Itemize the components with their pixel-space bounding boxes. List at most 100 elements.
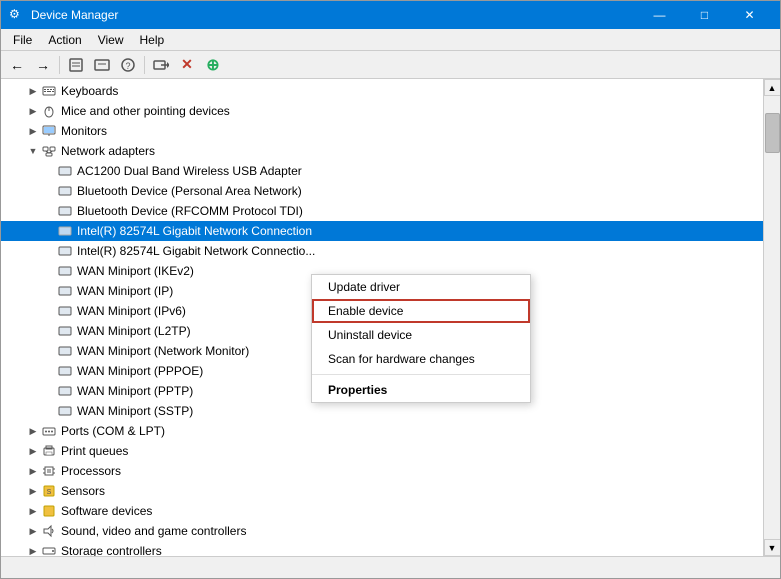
tree-software-devices[interactable]: ▶ Software devices [1,501,763,521]
device-manager-window: ⚙ Device Manager — □ ✕ File Action View … [0,0,781,579]
scrollbar[interactable]: ▲ ▼ [763,79,780,556]
wan-ipv6-label: WAN Miniport (IPv6) [77,304,186,318]
tree-intel-selected[interactable]: ▶ Intel(R) 82574L Gigabit Network Connec… [1,221,763,241]
tree-ports[interactable]: ▶ Ports (COM & LPT) [1,421,763,441]
tree-ac1200[interactable]: ▶ AC1200 Dual Band Wireless USB Adapter [1,161,763,181]
tree-keyboards[interactable]: ▶ Keyboards [1,81,763,101]
menu-file[interactable]: File [5,31,40,49]
tree-mice[interactable]: ▶ Mice and other pointing devices [1,101,763,121]
tree-storage[interactable]: ▶ Storage controllers [1,541,763,556]
expand-storage[interactable]: ▶ [25,543,41,556]
mice-label: Mice and other pointing devices [61,104,230,118]
toolbar-sep-1 [59,56,60,74]
context-separator [312,374,530,375]
scrollbar-thumb[interactable] [765,113,780,153]
processors-icon [41,463,57,479]
wan-sstp-label: WAN Miniport (SSTP) [77,404,193,418]
processors-label: Processors [61,464,121,478]
toolbar-forward[interactable]: → [31,54,55,76]
tree-view[interactable]: ▶ Keyboards ▶ Mice and other pointing de… [1,79,763,556]
wan-pppoe-label: WAN Miniport (PPPOE) [77,364,203,378]
svg-text:?: ? [125,61,130,71]
monitors-label: Monitors [61,124,107,138]
print-label: Print queues [61,444,128,458]
tree-processors[interactable]: ▶ Processors [1,461,763,481]
print-icon [41,443,57,459]
wan-ipv6-icon [57,303,73,319]
context-update-driver[interactable]: Update driver [312,275,530,299]
bt-rfcomm-icon [57,203,73,219]
context-uninstall-device[interactable]: Uninstall device [312,323,530,347]
scrollbar-down[interactable]: ▼ [764,539,781,556]
main-content: ▶ Keyboards ▶ Mice and other pointing de… [1,79,780,556]
context-enable-device[interactable]: Enable device [312,299,530,323]
expand-monitors[interactable]: ▶ [25,123,41,139]
tree-network[interactable]: ▼ Network adapters [1,141,763,161]
toolbar-sep-2 [144,56,145,74]
storage-icon [41,543,57,556]
wan-netmon-label: WAN Miniport (Network Monitor) [77,344,249,358]
tree-print[interactable]: ▶ Print queues [1,441,763,461]
tree-intel-2[interactable]: ▶ Intel(R) 82574L Gigabit Network Connec… [1,241,763,261]
wan-l2tp-icon [57,323,73,339]
expand-mice[interactable]: ▶ [25,103,41,119]
window-title: Device Manager [31,8,118,22]
expand-processors[interactable]: ▶ [25,463,41,479]
intel-2-icon [57,243,73,259]
mice-icon [41,103,57,119]
network-icon [41,143,57,159]
menu-view[interactable]: View [90,31,132,49]
toolbar-update[interactable] [90,54,114,76]
expand-sound[interactable]: ▶ [25,523,41,539]
keyboards-label: Keyboards [61,84,118,98]
minimize-button[interactable]: — [637,1,682,29]
toolbar-remove[interactable]: ✕ [175,54,199,76]
expand-ports[interactable]: ▶ [25,423,41,439]
title-bar-controls: — □ ✕ [637,1,772,29]
toolbar-properties[interactable] [64,54,88,76]
svg-text:S: S [47,489,52,496]
software-devices-label: Software devices [61,504,152,518]
tree-bt-pan[interactable]: ▶ Bluetooth Device (Personal Area Networ… [1,181,763,201]
bt-pan-icon [57,183,73,199]
expand-ac1200: ▶ [41,163,57,179]
sound-label: Sound, video and game controllers [61,524,246,538]
expand-network[interactable]: ▼ [25,143,41,159]
wan-netmon-icon [57,343,73,359]
close-button[interactable]: ✕ [727,1,772,29]
tree-wan-sstp[interactable]: ▶ WAN Miniport (SSTP) [1,401,763,421]
ports-icon [41,423,57,439]
context-properties[interactable]: Properties [312,378,530,402]
status-bar [1,556,780,578]
maximize-button[interactable]: □ [682,1,727,29]
network-label: Network adapters [61,144,155,158]
menu-action[interactable]: Action [40,31,89,49]
wan-ikev2-icon [57,263,73,279]
wan-l2tp-label: WAN Miniport (L2TP) [77,324,191,338]
monitors-icon [41,123,57,139]
bt-pan-label: Bluetooth Device (Personal Area Network) [77,184,302,198]
expand-software-devices[interactable]: ▶ [25,503,41,519]
expand-sensors[interactable]: ▶ [25,483,41,499]
toolbar-add[interactable]: ⊕ [201,54,225,76]
context-scan-hardware[interactable]: Scan for hardware changes [312,347,530,371]
toolbar-help[interactable]: ? [116,54,140,76]
toolbar-back[interactable]: ← [5,54,29,76]
toolbar-scan[interactable] [149,54,173,76]
tree-monitors[interactable]: ▶ Monitors [1,121,763,141]
wan-ip-icon [57,283,73,299]
expand-print[interactable]: ▶ [25,443,41,459]
tree-sensors[interactable]: ▶ S Sensors [1,481,763,501]
app-icon: ⚙ [9,7,25,23]
tree-bt-rfcomm[interactable]: ▶ Bluetooth Device (RFCOMM Protocol TDI) [1,201,763,221]
ac1200-icon [57,163,73,179]
menu-help[interactable]: Help [132,31,173,49]
sound-icon [41,523,57,539]
keyboards-icon [41,83,57,99]
scrollbar-up[interactable]: ▲ [764,79,781,96]
tree-sound[interactable]: ▶ Sound, video and game controllers [1,521,763,541]
wan-pptp-icon [57,383,73,399]
toolbar: ← → ? ✕ ⊕ [1,51,780,79]
expand-keyboards[interactable]: ▶ [25,83,41,99]
sensors-icon: S [41,483,57,499]
